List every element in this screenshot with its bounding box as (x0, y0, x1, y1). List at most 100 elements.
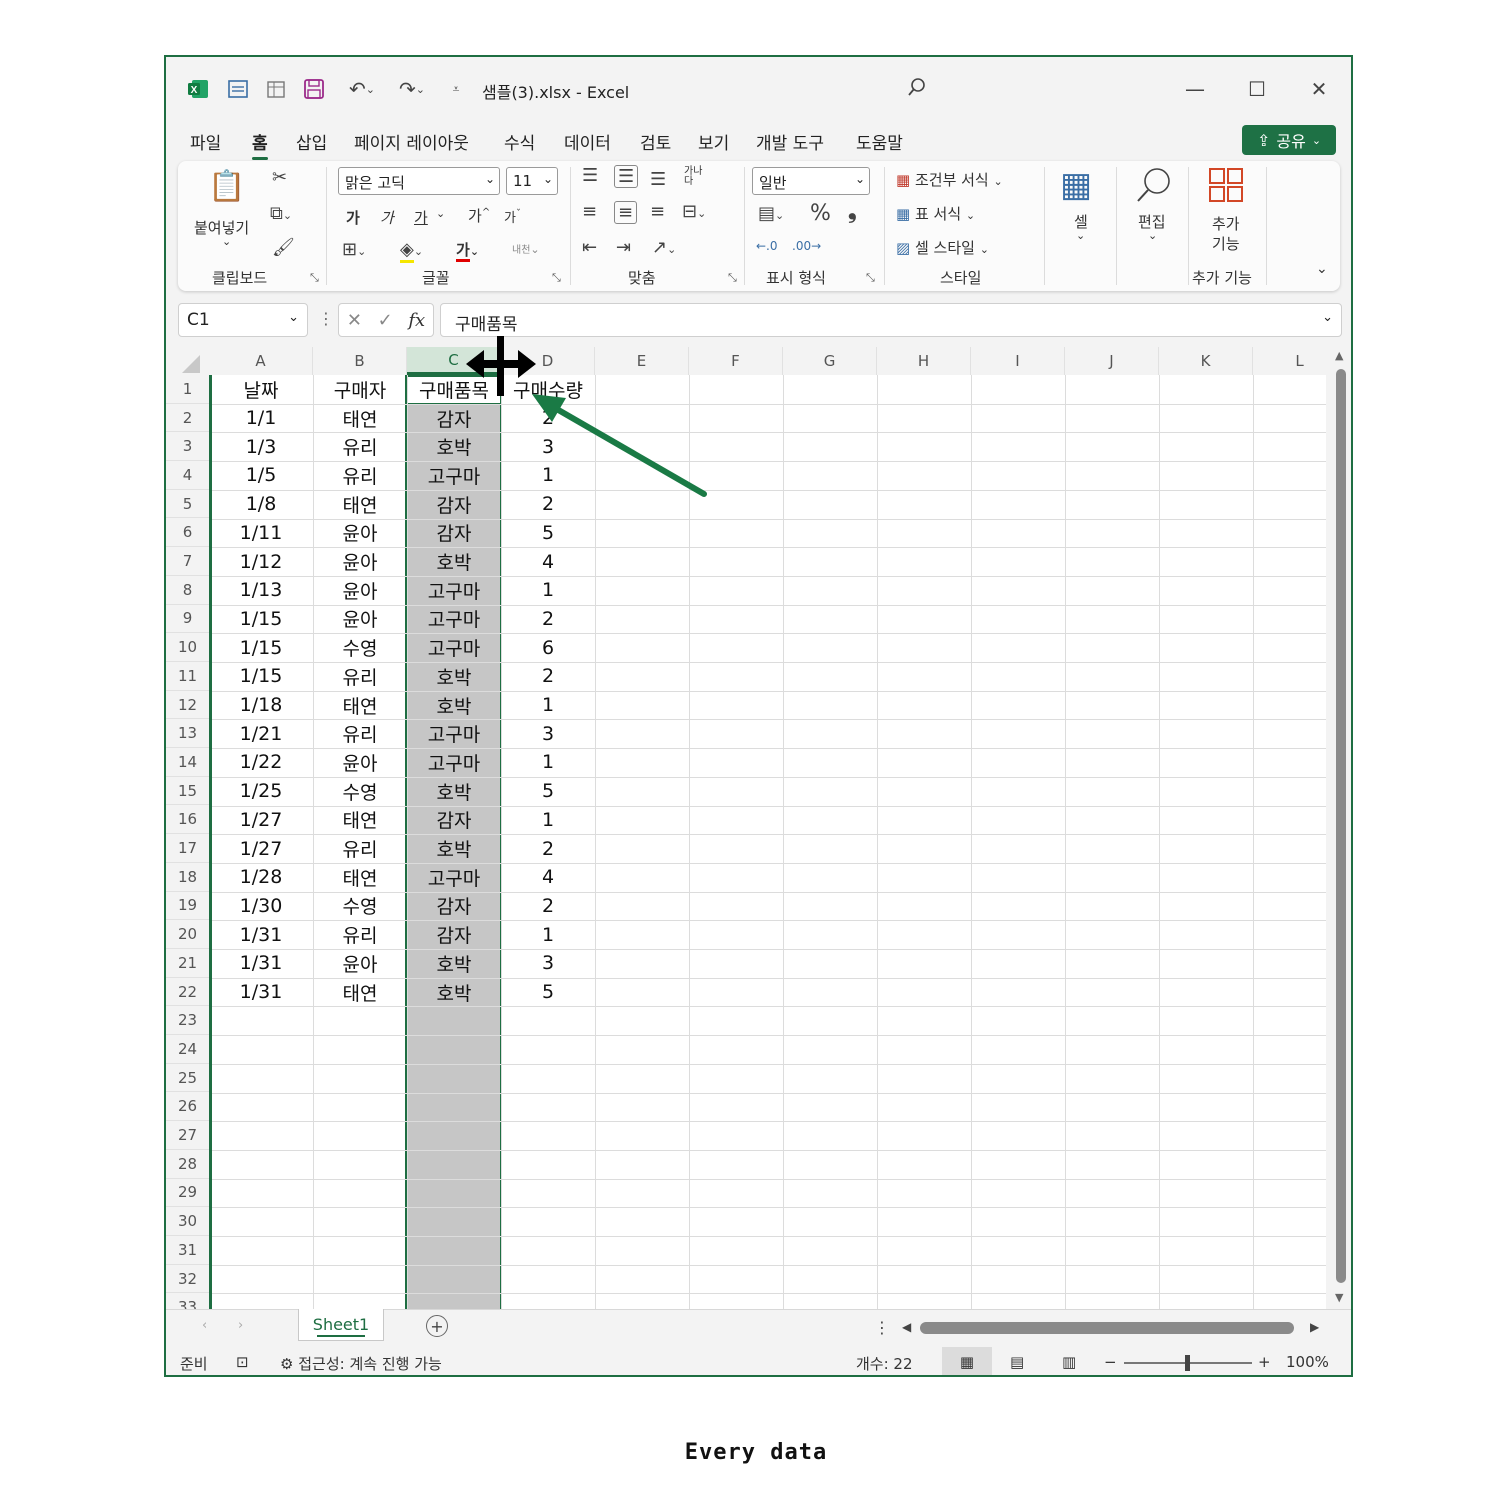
table-cell[interactable]: 태연 (313, 863, 407, 892)
table-cell[interactable]: 3 (501, 949, 595, 978)
align-center-icon[interactable]: ≡ (614, 201, 638, 224)
table-cell[interactable]: 2 (501, 605, 595, 634)
row-header-9[interactable]: 9 (166, 605, 209, 634)
row-header-12[interactable]: 12 (166, 691, 209, 720)
tab-page-layout[interactable]: 페이지 레이아웃 (354, 129, 469, 154)
row-header-10[interactable]: 10 (166, 633, 209, 662)
table-cell[interactable]: 1/8 (209, 490, 313, 519)
table-cell[interactable]: 수영 (313, 633, 407, 662)
table-cell[interactable]: 고구마 (407, 719, 501, 748)
row-header-20[interactable]: 20 (166, 920, 209, 949)
table-cell[interactable]: 1/21 (209, 719, 313, 748)
row-header-25[interactable]: 25 (166, 1064, 209, 1093)
table-cell[interactable]: 호박 (407, 691, 501, 720)
row-header-21[interactable]: 21 (166, 949, 209, 978)
share-button[interactable]: ⇪ 공유 ⌄ (1242, 125, 1336, 155)
row-header-11[interactable]: 11 (166, 662, 209, 691)
table-cell[interactable]: 1/31 (209, 920, 313, 949)
table-cell[interactable]: 유리 (313, 834, 407, 863)
row-header-27[interactable]: 27 (166, 1121, 209, 1150)
align-right-icon[interactable]: ≡ (650, 201, 665, 222)
table-cell[interactable]: 1/15 (209, 633, 313, 662)
italic-button[interactable]: 가 (380, 207, 394, 228)
align-left-icon[interactable]: ≡ (582, 201, 597, 222)
conditional-format-button[interactable]: ▦ 조건부 서식 ⌄ (896, 169, 1003, 190)
customize-qat-icon[interactable]: ⩡ (444, 77, 468, 101)
table-cell[interactable]: 윤아 (313, 576, 407, 605)
table-cell[interactable]: 5 (501, 978, 595, 1007)
row-header-18[interactable]: 18 (166, 863, 209, 892)
table-cell[interactable]: 고구마 (407, 461, 501, 490)
table-cell[interactable]: 2 (501, 490, 595, 519)
underline-button[interactable]: 가 (414, 207, 428, 228)
table-cell[interactable]: 윤아 (313, 547, 407, 576)
expand-formula-icon[interactable]: ⌄ (1322, 310, 1333, 325)
row-header-13[interactable]: 13 (166, 719, 209, 749)
accessibility-status[interactable]: ⚙ 접근성: 계속 진행 가능 (280, 1353, 442, 1374)
page-layout-view-icon[interactable]: ▤ (1010, 1353, 1024, 1371)
close-button[interactable]: ✕ (1304, 75, 1334, 103)
table-cell[interactable]: 감자 (407, 519, 501, 548)
shrink-font-button[interactable]: 가ˇ (504, 207, 521, 226)
row-header-3[interactable]: 3 (166, 432, 209, 462)
table-cell[interactable]: 1/3 (209, 432, 313, 461)
merge-center-icon[interactable]: ⊟⌄ (682, 201, 706, 222)
table-cell[interactable]: 고구마 (407, 633, 501, 662)
table-cell[interactable]: 태연 (313, 490, 407, 519)
table-cell[interactable]: 호박 (407, 432, 501, 461)
table-cell[interactable]: 태연 (313, 691, 407, 720)
table-cell[interactable]: 1/31 (209, 949, 313, 978)
redo-icon[interactable]: ↷ ⌄ (392, 77, 432, 101)
table-cell[interactable]: 1 (501, 748, 595, 777)
table-cell[interactable]: 고구마 (407, 605, 501, 634)
row-header-33[interactable]: 33 (166, 1293, 209, 1309)
table-cell[interactable]: 유리 (313, 461, 407, 490)
table-cell[interactable]: 유리 (313, 920, 407, 949)
row-header-14[interactable]: 14 (166, 748, 209, 777)
table-cell[interactable]: 수영 (313, 777, 407, 806)
decrease-decimal-icon[interactable]: .00→ (792, 239, 821, 253)
table-cell[interactable]: 1/25 (209, 777, 313, 806)
table-cell[interactable]: 5 (501, 777, 595, 806)
scroll-down-icon[interactable]: ▼ (1335, 1291, 1343, 1304)
insert-function-icon[interactable]: fx (408, 310, 425, 331)
zoom-in-button[interactable]: + (1258, 1353, 1271, 1371)
copy-icon[interactable]: ⧉⌄ (270, 203, 292, 224)
column-header-g[interactable]: G (783, 347, 877, 375)
table-cell[interactable]: 1/13 (209, 576, 313, 605)
phonetic-icon[interactable]: 내천⌄ (512, 241, 540, 256)
align-bottom-icon[interactable]: ☰ (650, 169, 666, 190)
undo-icon[interactable]: ↶ ⌄ (342, 77, 382, 101)
row-header-6[interactable]: 6 (166, 519, 209, 548)
table-cell[interactable]: 윤아 (313, 519, 407, 548)
fill-color-icon[interactable]: ◈⌄ (400, 239, 423, 263)
column-header-b[interactable]: B (313, 347, 407, 375)
table-cell[interactable]: 윤아 (313, 748, 407, 777)
minimize-button[interactable]: — (1180, 75, 1210, 103)
name-box[interactable]: C1 ⌄ (178, 303, 308, 337)
table-cell[interactable]: 감자 (407, 892, 501, 921)
vertical-scrollbar[interactable]: ▲ ▼ (1332, 347, 1350, 1307)
table-cell[interactable]: 1/30 (209, 892, 313, 921)
column-header-f[interactable]: F (689, 347, 783, 375)
row-header-29[interactable]: 29 (166, 1179, 209, 1208)
table-cell[interactable]: 1/12 (209, 547, 313, 576)
cancel-icon[interactable]: ✕ (347, 310, 362, 331)
chevron-down-icon[interactable]: ⌄ (1148, 229, 1157, 242)
save-icon[interactable] (302, 77, 326, 101)
tab-formulas[interactable]: 수식 (504, 129, 535, 154)
table-cell[interactable]: 유리 (313, 719, 407, 748)
font-color-button[interactable]: 가⌄ (456, 239, 479, 262)
bold-button[interactable]: 가 (346, 207, 360, 228)
table-cell[interactable]: 고구마 (407, 576, 501, 605)
increase-indent-icon[interactable]: ⇥ (616, 237, 631, 258)
tab-split-icon[interactable]: ⋮ (874, 1318, 890, 1337)
table-cell[interactable]: 4 (501, 863, 595, 892)
align-top-icon[interactable]: ☰ (582, 165, 598, 186)
search-icon[interactable] (906, 76, 928, 104)
add-sheet-button[interactable]: + (426, 1315, 448, 1337)
zoom-out-button[interactable]: − (1104, 1353, 1117, 1371)
scroll-up-icon[interactable]: ▲ (1335, 349, 1343, 362)
font-name-select[interactable]: 맑은 고딕 ⌄ (338, 167, 500, 195)
align-middle-icon[interactable]: ☰ (614, 165, 639, 188)
